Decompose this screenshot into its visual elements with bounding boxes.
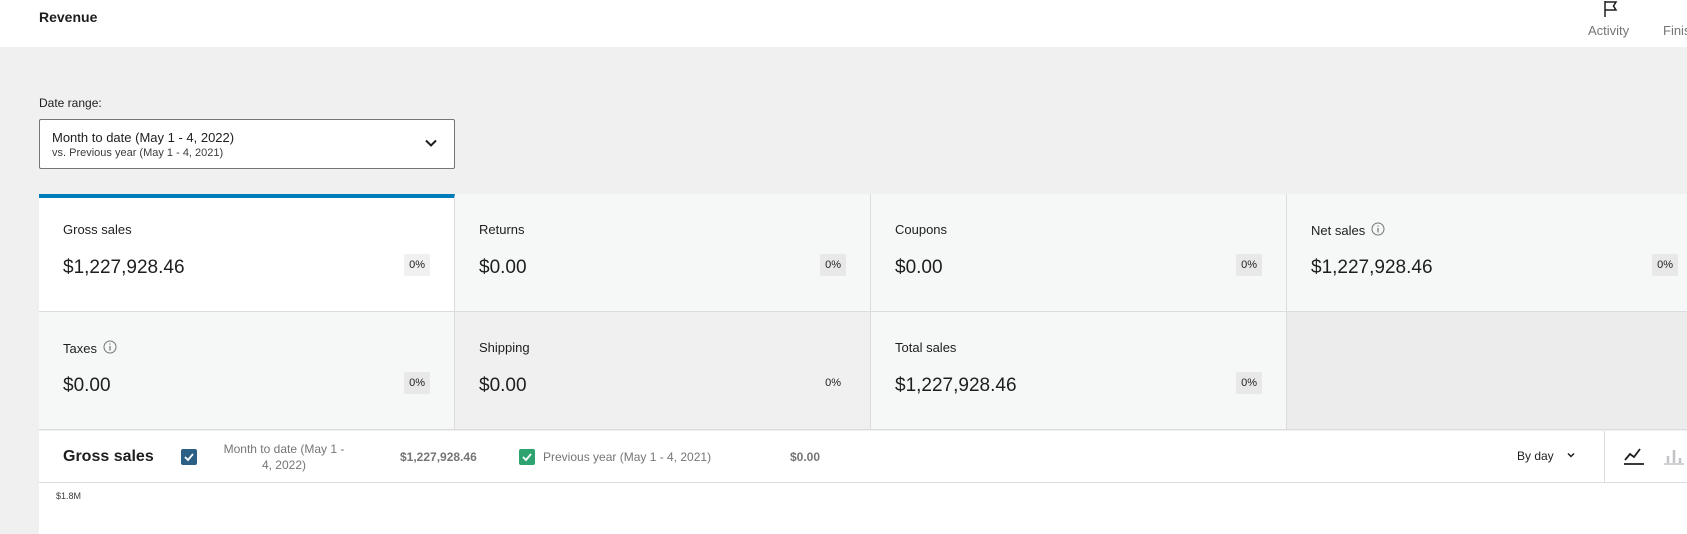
tile-taxes[interactable]: Taxes $0.00 0% bbox=[39, 312, 455, 430]
chevron-down-icon bbox=[1566, 449, 1576, 463]
tile-shipping[interactable]: Shipping $0.00 0% bbox=[455, 312, 871, 430]
chart-title: Gross sales bbox=[63, 448, 154, 465]
tile-delta: 0% bbox=[820, 254, 846, 276]
summary-tiles: Gross sales $1,227,928.46 0% Returns $0.… bbox=[39, 194, 1687, 430]
tile-label: Net sales bbox=[1311, 222, 1385, 239]
tile-value: $0.00 bbox=[479, 375, 527, 396]
interval-select[interactable]: By day bbox=[1517, 449, 1576, 463]
tile-total-sales[interactable]: Total sales $1,227,928.46 0% bbox=[871, 312, 1287, 430]
legend-current-label: Month to date (May 1 - 4, 2022) bbox=[223, 442, 345, 472]
tile-value: $1,227,928.46 bbox=[1311, 257, 1433, 278]
y-axis-tick: $1.8M bbox=[56, 491, 82, 501]
date-range-value: Month to date (May 1 - 4, 2022) bbox=[52, 130, 235, 145]
tile-label: Shipping bbox=[479, 340, 530, 355]
top-bar: Revenue Activity Finis bbox=[0, 0, 1687, 47]
legend-current-value: $1,227,928.46 bbox=[400, 450, 477, 464]
tile-value: $0.00 bbox=[479, 257, 527, 278]
tile-coupons[interactable]: Coupons $0.00 0% bbox=[871, 194, 1287, 312]
tile-label: Taxes bbox=[63, 340, 117, 357]
tile-delta: 0% bbox=[1236, 372, 1262, 394]
info-icon[interactable] bbox=[103, 340, 117, 357]
tile-label: Gross sales bbox=[63, 222, 132, 237]
page-title: Revenue bbox=[39, 9, 98, 25]
activity-button[interactable]: Activity bbox=[1580, 0, 1640, 47]
legend-previous-checkbox[interactable] bbox=[519, 449, 535, 465]
activity-label: Activity bbox=[1588, 23, 1630, 38]
tile-delta: 0% bbox=[1652, 254, 1678, 276]
tile-value: $1,227,928.46 bbox=[895, 375, 1017, 396]
flag-icon bbox=[1602, 0, 1620, 23]
tile-delta: 0% bbox=[404, 254, 430, 276]
tile-delta: 0% bbox=[1236, 254, 1262, 276]
tile-delta: 0% bbox=[825, 377, 841, 389]
tile-label: Coupons bbox=[895, 222, 948, 237]
date-range-dropdown[interactable]: Month to date (May 1 - 4, 2022) vs. Prev… bbox=[39, 119, 455, 169]
chart-area: $1.8M bbox=[39, 483, 1687, 534]
tile-net-sales[interactable]: Net sales $1,227,928.46 0% bbox=[1287, 194, 1687, 312]
finish-setup-label: Finis bbox=[1663, 23, 1687, 38]
tile-returns[interactable]: Returns $0.00 0% bbox=[455, 194, 871, 312]
date-range-label: Date range: bbox=[39, 96, 102, 110]
tile-label: Total sales bbox=[895, 340, 957, 355]
legend-previous-label: Previous year (May 1 - 4, 2021) bbox=[543, 450, 712, 464]
bar-chart-icon[interactable] bbox=[1663, 446, 1685, 471]
tile-empty bbox=[1287, 312, 1687, 430]
tile-value: $0.00 bbox=[895, 257, 943, 278]
line-chart-icon[interactable] bbox=[1623, 446, 1645, 471]
tile-label: Returns bbox=[479, 222, 525, 237]
tile-value: $1,227,928.46 bbox=[63, 257, 185, 278]
tile-delta: 0% bbox=[404, 372, 430, 394]
tile-gross-sales[interactable]: Gross sales $1,227,928.46 0% bbox=[39, 194, 455, 312]
legend-previous-value: $0.00 bbox=[790, 450, 821, 464]
chevron-down-icon bbox=[424, 136, 438, 155]
legend-current-checkbox[interactable] bbox=[181, 449, 197, 465]
finish-setup-button[interactable]: Finis bbox=[1655, 0, 1687, 47]
interval-value: By day bbox=[1517, 449, 1554, 463]
tile-value: $0.00 bbox=[63, 375, 111, 396]
info-icon[interactable] bbox=[1371, 222, 1385, 239]
toolbar-divider bbox=[1604, 431, 1605, 483]
chart-header: Gross sales Month to date (May 1 - 4, 20… bbox=[39, 431, 1687, 483]
date-range-comparison: vs. Previous year (May 1 - 4, 2021) bbox=[52, 147, 224, 159]
